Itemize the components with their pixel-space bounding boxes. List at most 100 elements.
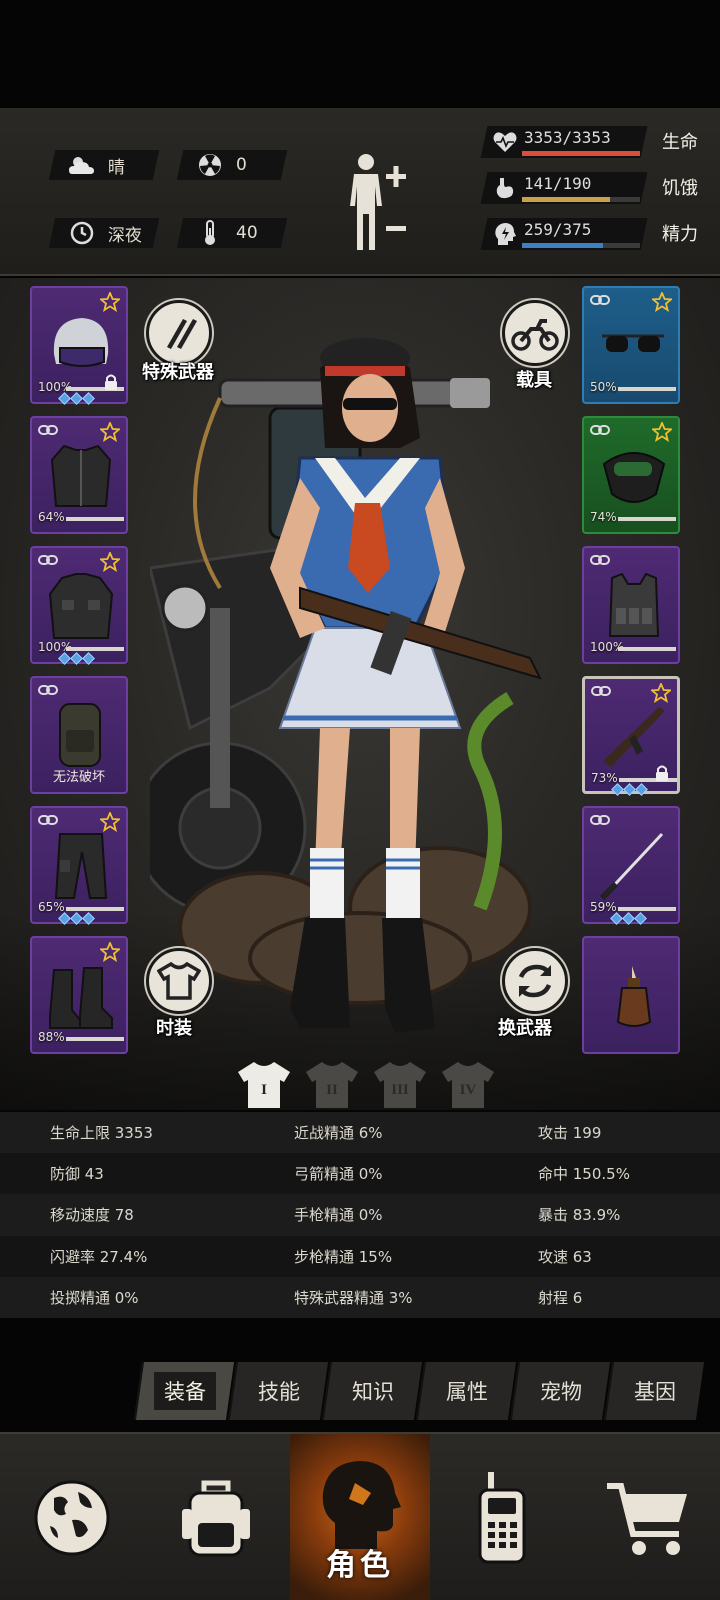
assault-rifle-icon <box>603 707 665 767</box>
equip-slot-assault-rifle[interactable]: 73% <box>582 676 680 796</box>
outfit-preset-3[interactable]: III <box>372 1060 428 1110</box>
tab-equipment[interactable]: 装备 <box>133 1362 235 1420</box>
equip-slot-sunglasses[interactable]: 50% <box>582 286 680 404</box>
stomach-icon <box>496 178 514 199</box>
outfit-preset-1[interactable]: I <box>236 1060 292 1110</box>
vehicle-label: 载具 <box>516 370 552 391</box>
equip-slot-combat-boots[interactable]: 88% <box>30 936 128 1054</box>
outfit-preset-tabs: I II III IV <box>236 1060 496 1110</box>
equip-slot-police-helmet[interactable]: 100% <box>30 286 128 405</box>
category-tabs: 装备 技能 知识 属性 宠物 基因 <box>133 1362 705 1420</box>
link-icon <box>590 425 610 435</box>
link-icon <box>38 555 58 565</box>
energy-value: 259/375 <box>524 220 592 239</box>
equip-slot-tactical-coat[interactable]: 100% <box>30 546 128 665</box>
nav-character[interactable]: 角色 <box>290 1434 430 1600</box>
stat-value: 生命上限 3353 <box>50 1124 153 1143</box>
cargo-pants-icon <box>54 833 108 899</box>
shopping-cart-icon <box>607 1483 687 1555</box>
stat-value: 特殊武器精通 3% <box>294 1288 413 1307</box>
lock-icon <box>105 374 117 390</box>
body-status-button[interactable] <box>346 150 416 260</box>
swap-weapon-button[interactable] <box>502 948 568 1014</box>
stat-value: 命中 150.5% <box>538 1165 630 1184</box>
time-pill: 深夜 <box>48 218 160 248</box>
globe-icon <box>34 1480 110 1556</box>
stat-value: 射程 6 <box>538 1288 583 1307</box>
durability-bar <box>618 387 676 391</box>
motorcycle-icon <box>511 319 559 351</box>
radiation-icon <box>196 151 224 179</box>
stat-value: 投掷精通 0% <box>50 1288 139 1307</box>
upgrade-gems <box>58 912 95 925</box>
durability-bar <box>66 647 124 651</box>
nav-world-map[interactable] <box>0 1434 144 1600</box>
weather-pill: 晴 <box>48 150 160 180</box>
outfit-preset-4[interactable]: IV <box>440 1060 496 1110</box>
outfit-preset-2[interactable]: II <box>304 1060 360 1110</box>
equip-slot-tactical-vest[interactable]: 100% <box>582 546 680 664</box>
hunger-label: 饥饿 <box>662 178 698 199</box>
upgrade-gems <box>611 783 648 796</box>
link-icon <box>590 815 610 825</box>
nav-inventory[interactable] <box>144 1434 288 1600</box>
hunger-bar: 141/190 饥饿 <box>480 170 720 208</box>
special-weapon-button[interactable] <box>146 300 212 366</box>
star-icon <box>652 292 672 312</box>
stat-value: 攻击 199 <box>538 1124 602 1143</box>
stat-value: 闪避率 27.4% <box>50 1247 148 1266</box>
stat-value: 移动速度 78 <box>50 1206 134 1225</box>
equip-slot-molotov[interactable] <box>582 936 680 1054</box>
equip-slot-gas-mask[interactable]: 74% <box>582 416 680 534</box>
energy-head-icon <box>495 223 516 245</box>
health-label: 生命 <box>662 132 698 153</box>
star-icon <box>100 292 120 312</box>
upgrade-gems <box>58 652 95 665</box>
star-icon <box>100 422 120 442</box>
tshirt-icon <box>157 961 201 1000</box>
temperature-pill: 40 <box>176 218 288 248</box>
tab-label: 装备 <box>154 1372 216 1410</box>
stat-value: 攻速 63 <box>538 1247 592 1266</box>
equip-slot-jacket[interactable]: 64% <box>30 416 128 534</box>
link-icon <box>38 425 58 435</box>
rockets-icon <box>167 319 197 349</box>
tab-skills[interactable]: 技能 <box>227 1362 329 1420</box>
tab-attributes[interactable]: 属性 <box>415 1362 517 1420</box>
equip-slot-cargo-pants[interactable]: 65% <box>30 806 128 925</box>
link-icon <box>590 555 610 565</box>
tab-pets[interactable]: 宠物 <box>509 1362 611 1420</box>
body-silhouette-icon <box>350 154 406 250</box>
stat-row: 防御 43 弓箭精通 0% 命中 150.5% <box>0 1153 720 1195</box>
thermometer-icon <box>196 219 224 247</box>
stats-table: 生命上限 3353 近战精通 6% 攻击 199 防御 43 弓箭精通 0% 命中 150… <box>0 1112 720 1318</box>
time-label: 深夜 <box>108 225 142 246</box>
nav-shop[interactable] <box>576 1434 720 1600</box>
star-icon <box>652 422 672 442</box>
head-profile-icon <box>322 1461 401 1549</box>
tab-label: 技能 <box>258 1380 300 1404</box>
star-icon <box>100 812 120 832</box>
health-value: 3353/3353 <box>524 128 611 147</box>
star-icon <box>100 942 120 962</box>
durability-bar <box>66 907 124 911</box>
tab-genes[interactable]: 基因 <box>603 1362 705 1420</box>
combat-boots-icon <box>49 967 113 1029</box>
outfit-preset-numeral: III <box>391 1082 409 1098</box>
clock-icon <box>68 219 96 247</box>
durability-percent: 73% <box>591 771 618 785</box>
swap-arrows-icon <box>518 964 552 998</box>
durability-percent: 64% <box>38 510 65 524</box>
gas-mask-icon <box>602 452 666 503</box>
equip-slot-backpack[interactable]: 无法破坏 <box>30 676 128 794</box>
hunger-value: 141/190 <box>524 174 592 193</box>
fashion-button[interactable] <box>146 948 212 1014</box>
nav-radio[interactable] <box>430 1434 574 1600</box>
equip-slot-katana[interactable]: 59% <box>582 806 680 925</box>
vehicle-button[interactable] <box>502 300 568 366</box>
swap-weapon-label: 换武器 <box>498 1018 552 1039</box>
nav-character-label: 角色 <box>326 1548 394 1583</box>
health-bar: 3353/3353 生命 <box>480 124 720 162</box>
fashion-label: 时装 <box>156 1018 192 1039</box>
tab-knowledge[interactable]: 知识 <box>321 1362 423 1420</box>
